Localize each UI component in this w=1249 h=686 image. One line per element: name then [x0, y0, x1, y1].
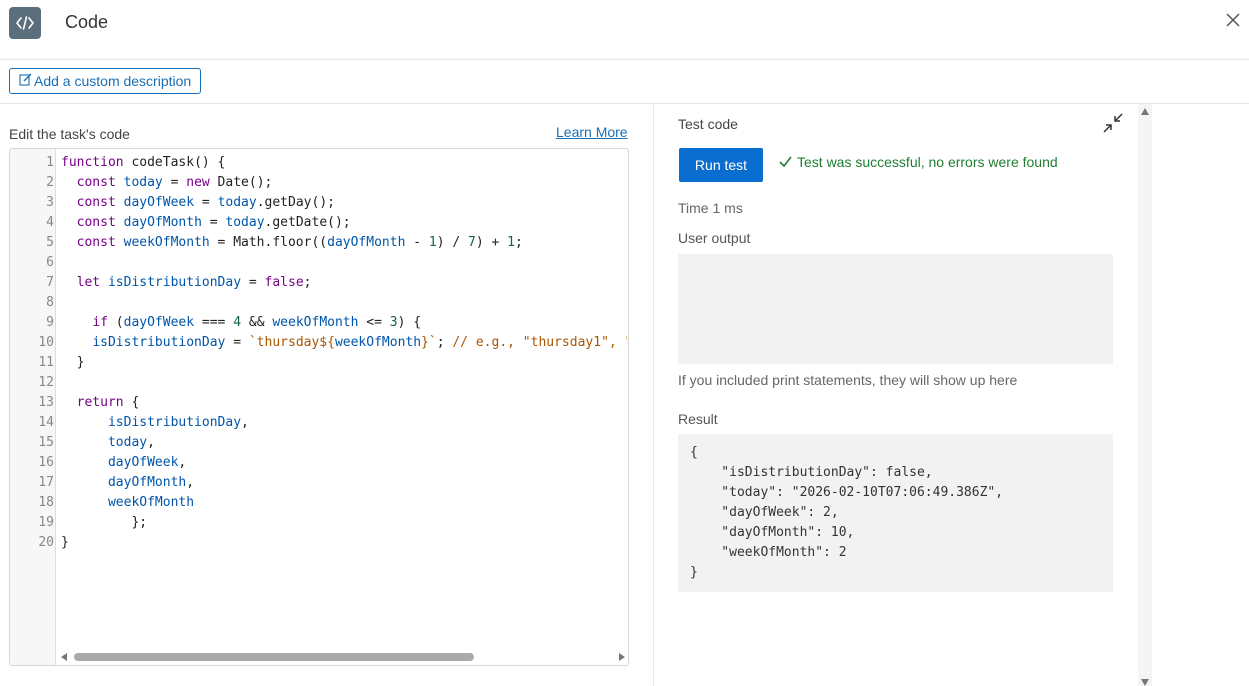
scroll-down-icon[interactable] [1141, 679, 1149, 686]
code-line[interactable]: } [61, 353, 627, 373]
learn-more-link[interactable]: Learn More [556, 124, 628, 140]
user-output-box [678, 254, 1113, 364]
code-editor[interactable]: 1 2 3 4 5 6 7 8 9 10 11 12 13 14 15 16 17 18 19 20 function… [9, 148, 629, 666]
result-line: } [690, 565, 698, 580]
code-area[interactable]: function codeTask() { const today = new … [61, 153, 627, 553]
line-number: 10 [38, 335, 54, 350]
code-line[interactable]: let isDistributionDay = false; [61, 273, 627, 293]
line-number: 12 [38, 375, 54, 390]
code-line[interactable]: return { [61, 393, 627, 413]
code-line[interactable]: if (dayOfWeek === 4 && weekOfMonth <= 3)… [61, 313, 627, 333]
code-line[interactable]: isDistributionDay = `thursday${weekOfMon… [61, 333, 627, 353]
line-number: 6 [46, 255, 54, 270]
line-number: 3 [46, 195, 54, 210]
code-line[interactable]: const dayOfMonth = today.getDate(); [61, 213, 627, 233]
line-number: 5 [46, 235, 54, 250]
code-line[interactable]: dayOfMonth, [61, 473, 627, 493]
result-label: Result [678, 411, 718, 427]
line-number: 16 [38, 455, 54, 470]
code-line[interactable]: weekOfMonth [61, 493, 627, 513]
result-line: "isDistributionDay": false, [690, 465, 933, 480]
code-line[interactable]: isDistributionDay, [61, 413, 627, 433]
success-message: Test was successful, no errors were foun… [779, 154, 1058, 170]
add-description-label: Add a custom description [34, 73, 192, 89]
line-number: 14 [38, 415, 54, 430]
dialog-header: Code [0, 0, 1249, 60]
scroll-up-icon[interactable] [1141, 108, 1149, 115]
result-line: { [690, 445, 698, 460]
run-test-button[interactable]: Run test [679, 148, 763, 182]
line-number: 7 [46, 275, 54, 290]
line-number: 19 [38, 515, 54, 530]
result-line: "dayOfMonth": 10, [690, 525, 855, 540]
scroll-thumb[interactable] [74, 653, 474, 661]
print-hint: If you included print statements, they w… [678, 372, 1018, 388]
code-line[interactable]: } [61, 533, 627, 553]
editor-gutter: 1 2 3 4 5 6 7 8 9 10 11 12 13 14 15 16 17 18 19 20 [10, 149, 56, 665]
code-line[interactable] [61, 253, 627, 273]
test-code-label: Test code [678, 116, 738, 132]
editor-label: Edit the task's code [9, 126, 130, 142]
code-line[interactable]: today, [61, 433, 627, 453]
code-line[interactable]: const weekOfMonth = Math.floor((dayOfMon… [61, 233, 627, 253]
line-number: 2 [46, 175, 54, 190]
line-number: 13 [38, 395, 54, 410]
code-icon [9, 7, 41, 39]
scroll-left-icon[interactable] [61, 653, 67, 661]
line-number: 15 [38, 435, 54, 450]
line-number: 18 [38, 495, 54, 510]
result-line: "weekOfMonth": 2 [690, 545, 847, 560]
result-line: "dayOfWeek": 2, [690, 505, 839, 520]
success-text: Test was successful, no errors were foun… [797, 154, 1058, 170]
horizontal-scrollbar[interactable] [56, 651, 628, 663]
execution-time: Time 1 ms [678, 200, 743, 216]
scroll-right-icon[interactable] [619, 653, 625, 661]
close-icon[interactable] [1222, 9, 1244, 31]
result-box: { "isDistributionDay": false, "today": "… [678, 434, 1113, 592]
check-icon [779, 154, 792, 170]
line-number: 4 [46, 215, 54, 230]
panel-divider [653, 104, 654, 686]
description-bar: Add a custom description [0, 60, 1249, 104]
collapse-icon[interactable] [1102, 112, 1124, 134]
edit-icon [19, 73, 32, 89]
code-line[interactable]: dayOfWeek, [61, 453, 627, 473]
line-number: 20 [38, 535, 54, 550]
line-number: 8 [46, 295, 54, 310]
dialog-title: Code [65, 12, 109, 32]
code-line[interactable]: }; [61, 513, 627, 533]
code-line[interactable] [61, 293, 627, 313]
line-number: 9 [46, 315, 54, 330]
line-numbers: 1 2 3 4 5 6 7 8 9 10 11 12 13 14 15 16 17 18 19 20 [10, 153, 54, 553]
vertical-scrollbar[interactable] [1138, 104, 1152, 686]
code-line[interactable]: const today = new Date(); [61, 173, 627, 193]
code-line[interactable]: function codeTask() { [61, 153, 627, 173]
line-number: 1 [46, 155, 54, 170]
code-line[interactable]: const dayOfWeek = today.getDay(); [61, 193, 627, 213]
line-number: 11 [38, 355, 54, 370]
line-number: 17 [38, 475, 54, 490]
result-line: "today": "2026-02-10T07:06:49.386Z", [690, 485, 1004, 500]
user-output-label: User output [678, 230, 751, 246]
add-description-button[interactable]: Add a custom description [9, 68, 202, 94]
code-line[interactable] [61, 373, 627, 393]
